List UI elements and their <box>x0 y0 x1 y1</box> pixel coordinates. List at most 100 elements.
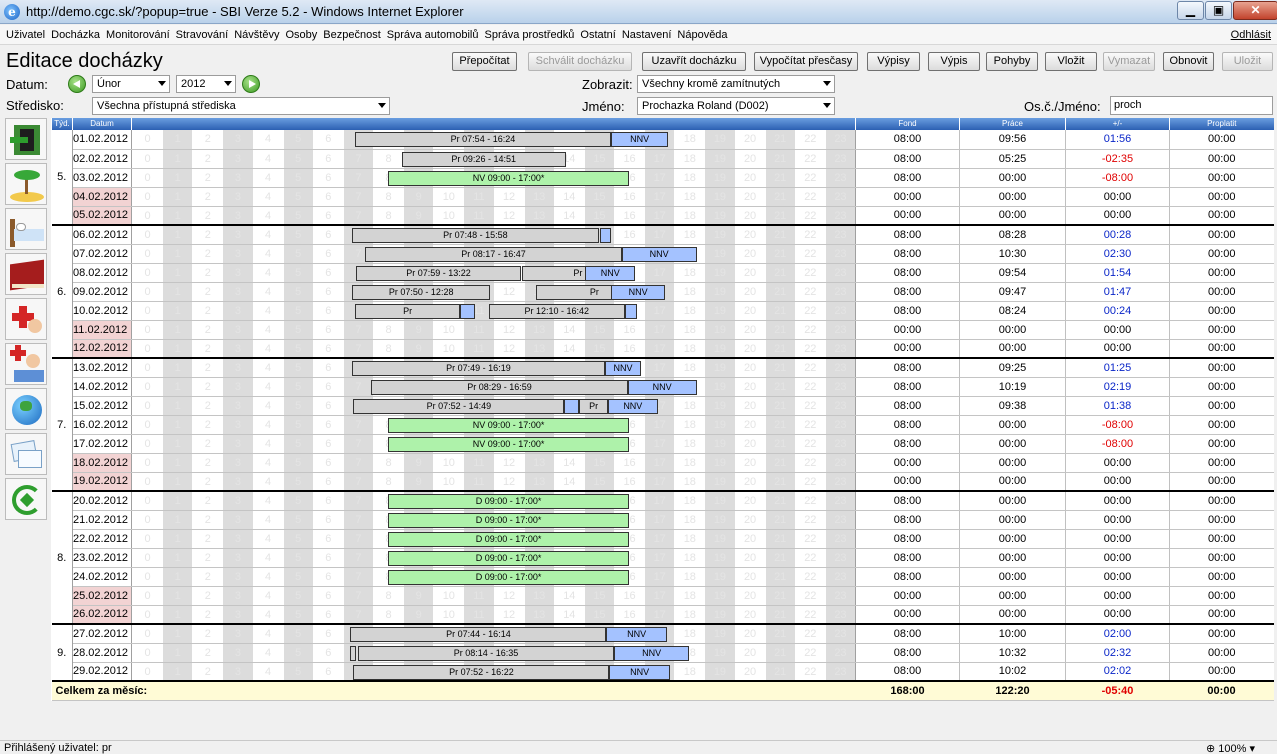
menu-item-osoby[interactable]: Osoby <box>285 29 317 41</box>
row-date[interactable]: 14.02.2012 <box>72 377 132 397</box>
time-bar[interactable]: Pr 08:29 - 16:59 <box>371 379 628 395</box>
table-row[interactable]: 18.02.2012 0 1 2 3 4 5 6 7 8 9 10 11 12 13 14 15 16 17 18 19… <box>52 453 1274 473</box>
table-row[interactable]: 03.02.2012012345678910111213141516171819… <box>52 168 1274 188</box>
row-date[interactable]: 05.02.2012 <box>72 206 132 226</box>
center-select[interactable]: Všechna přístupná střediska <box>92 97 390 115</box>
table-row[interactable]: 07.02.2012012345678910111213141516171819… <box>52 244 1274 264</box>
table-row[interactable]: 11.02.2012 0 1 2 3 4 5 6 7 8 9 10 11 12 13 14 15 16 17 18 19… <box>52 320 1274 340</box>
timeline-cell[interactable]: 01234567891011121314151617181920212223Pr… <box>131 282 856 302</box>
row-date[interactable]: 15.02.2012 <box>72 396 132 416</box>
time-bar[interactable]: D 09:00 - 17:00* <box>388 531 630 547</box>
doctor-family-icon[interactable] <box>5 343 47 385</box>
row-date[interactable]: 28.02.2012 <box>72 643 132 663</box>
next-month-icon[interactable] <box>242 75 260 93</box>
table-row[interactable]: 15.02.2012012345678910111213141516171819… <box>52 396 1274 416</box>
timeline-cell[interactable]: 01234567891011121314151617181920212223D … <box>131 490 856 511</box>
time-bar[interactable]: Pr 07:49 - 16:19 <box>351 361 605 376</box>
name-select[interactable]: Prochazka Roland (D002) <box>637 97 835 115</box>
timeline-cell[interactable]: 01234567891011121314151617181920212223Pr… <box>131 662 856 682</box>
row-date[interactable]: 10.02.2012 <box>72 301 132 321</box>
maximize-icon[interactable]: ▣ <box>1205 1 1232 20</box>
globe-business-trip-icon[interactable] <box>5 388 47 430</box>
time-bar[interactable]: Pr 07:54 - 16:24 <box>354 132 611 147</box>
row-date[interactable]: 13.02.2012 <box>72 357 132 378</box>
time-bar[interactable]: NNV <box>607 398 658 414</box>
time-bar[interactable]: Pr <box>354 303 461 319</box>
row-date[interactable]: 21.02.2012 <box>72 510 132 530</box>
timeline-cell[interactable]: 01234567891011121314151617181920212223NV… <box>131 434 856 454</box>
time-bar[interactable]: NNV <box>606 627 667 642</box>
table-row[interactable]: 02.02.2012012345678910111213141516171819… <box>52 149 1274 169</box>
time-bar[interactable]: NV 09:00 - 17:00* <box>388 436 630 452</box>
row-date[interactable]: 03.02.2012 <box>72 168 132 188</box>
close-icon[interactable]: ✕ <box>1233 1 1277 20</box>
time-bar[interactable]: Pr 08:17 - 16:47 <box>365 246 622 262</box>
time-bar[interactable]: NNV <box>627 379 697 395</box>
timeline-cell[interactable]: 01234567891011121314151617181920212223Pr… <box>131 244 856 264</box>
row-date[interactable]: 20.02.2012 <box>72 490 132 511</box>
books-study-icon[interactable] <box>5 253 47 295</box>
menu-item-dochazka[interactable]: Docházka <box>51 29 100 41</box>
row-date[interactable]: 19.02.2012 <box>72 472 132 492</box>
table-row[interactable]: 14.02.2012012345678910111213141516171819… <box>52 377 1274 397</box>
table-row[interactable]: 9.27.02.20120123456789101112131415161718… <box>51 623 1274 682</box>
timeline-cell[interactable]: 01234567891011121314151617181920212223Pr… <box>131 623 856 644</box>
table-row[interactable]: 04.02.2012 0 1 2 3 4 5 6 7 8 9 10 11 12 13 14 15 16 17 18 19… <box>52 187 1274 207</box>
table-row[interactable]: 6.06.02.20120123456789101112131415161718… <box>51 224 1274 359</box>
time-bar[interactable]: Pr 07:52 - 16:22 <box>353 664 610 680</box>
table-row[interactable]: 24.02.2012012345678910111213141516171819… <box>52 567 1274 587</box>
timeline-cell[interactable]: 0 1 2 3 4 5 6 7 8 9 10 11 12 13 14 15 16 17 18 19 20 21 22 23 <box>131 206 856 226</box>
timeline-cell[interactable]: 0 1 2 3 4 5 6 7 8 9 10 11 12 13 14 15 16 17 18 19 20 21 22 23 <box>131 453 856 473</box>
time-bar[interactable]: NNV <box>609 664 670 680</box>
time-bar[interactable]: NNV <box>610 132 669 147</box>
time-bar[interactable] <box>600 228 611 243</box>
moves-button[interactable]: Pohyby <box>986 52 1038 71</box>
approve-button[interactable]: Schválit docházku <box>528 52 632 71</box>
table-row[interactable]: 12.02.2012 0 1 2 3 4 5 6 7 8 9 10 11 12 13 14 15 16 17 18 19… <box>52 339 1274 359</box>
timeline-cell[interactable]: 01234567891011121314151617181920212223D … <box>131 548 856 568</box>
zoom-level[interactable]: ⊕ 100% ▾ <box>1206 742 1255 754</box>
row-date[interactable]: 26.02.2012 <box>72 605 132 625</box>
table-row[interactable]: 22.02.2012012345678910111213141516171819… <box>52 529 1274 549</box>
timeline-cell[interactable]: 01234567891011121314151617181920212223NV… <box>131 168 856 188</box>
timeline-cell[interactable]: 0 1 2 3 4 5 6 7 8 9 10 11 12 13 14 15 16 17 18 19 20 21 22 23 <box>131 339 856 359</box>
listing-button[interactable]: Výpis <box>928 52 980 71</box>
row-date[interactable]: 23.02.2012 <box>72 548 132 568</box>
time-bar[interactable]: D 09:00 - 17:00* <box>388 494 630 509</box>
row-date[interactable]: 29.02.2012 <box>72 662 132 682</box>
timeline-cell[interactable]: 01234567891011121314151617181920212223Pr… <box>131 263 856 283</box>
table-row[interactable]: 5.01.02.20120123456789101112131415161718… <box>51 130 1274 226</box>
table-row[interactable]: 19.02.2012 0 1 2 3 4 5 6 7 8 9 10 11 12 13 14 15 16 17 18 19… <box>52 472 1274 492</box>
col-work[interactable]: Práce <box>959 118 1066 130</box>
timeline-cell[interactable]: 01234567891011121314151617181920212223Pr… <box>131 396 856 416</box>
time-bar[interactable]: NNV <box>614 645 690 661</box>
row-date[interactable]: 22.02.2012 <box>72 529 132 549</box>
time-bar[interactable]: Pr 09:26 - 14:51 <box>401 151 566 167</box>
refresh-button[interactable]: Obnovit <box>1163 52 1214 71</box>
menu-item-ostatni[interactable]: Ostatní <box>580 29 615 41</box>
time-bar[interactable] <box>624 303 637 319</box>
menu-item-monitorovani[interactable]: Monitorování <box>106 29 170 41</box>
timeline-cell[interactable]: 01234567891011121314151617181920212223Pr… <box>131 377 856 397</box>
menu-item-uzivatel[interactable]: Uživatel <box>6 29 45 41</box>
timeline-cell[interactable]: 01234567891011121314151617181920212223NV… <box>131 415 856 435</box>
row-date[interactable]: 02.02.2012 <box>72 149 132 169</box>
timeline-cell[interactable]: 01234567891011121314151617181920212223Pr… <box>131 130 856 150</box>
listings-button[interactable]: Výpisy <box>867 52 920 71</box>
door-exit-icon[interactable] <box>5 118 47 160</box>
timeline-cell[interactable]: 01234567891011121314151617181920212223D … <box>131 529 856 549</box>
time-bar[interactable]: Pr 07:59 - 13:22 <box>356 265 521 281</box>
table-row[interactable]: 08.02.2012012345678910111213141516171819… <box>52 263 1274 283</box>
recycle-arrows-icon[interactable] <box>5 478 47 520</box>
table-row[interactable]: 16.02.2012012345678910111213141516171819… <box>52 415 1274 435</box>
time-bar[interactable] <box>350 645 357 661</box>
year-select[interactable]: 2012 <box>176 75 236 93</box>
row-date[interactable]: 08.02.2012 <box>72 263 132 283</box>
row-date[interactable]: 09.02.2012 <box>72 282 132 302</box>
col-fond[interactable]: Fond <box>855 118 960 130</box>
timeline-cell[interactable]: 01234567891011121314151617181920212223Pr… <box>131 301 856 321</box>
doctor-cross-icon[interactable] <box>5 298 47 340</box>
table-row[interactable]: 25.02.2012 0 1 2 3 4 5 6 7 8 9 10 11 12 13 14 15 16 17 18 19… <box>52 586 1274 606</box>
close-attendance-button[interactable]: Uzavřít docházku <box>642 52 746 71</box>
time-bar[interactable]: NV 09:00 - 17:00* <box>388 417 630 433</box>
